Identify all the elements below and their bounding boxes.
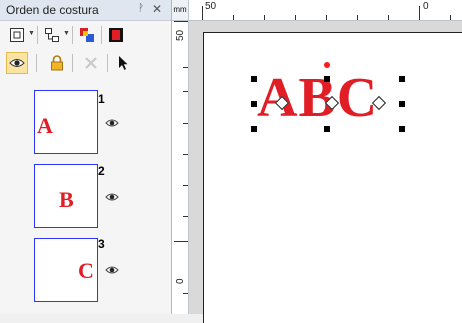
eye-icon[interactable]: [105, 265, 119, 275]
eye-icon[interactable]: [105, 118, 119, 128]
item-thumbnail[interactable]: C: [34, 238, 98, 302]
ruler-label: 50: [205, 1, 217, 12]
ruler-tick: [183, 123, 188, 124]
selection-handle[interactable]: [399, 126, 405, 132]
toolbar-divider: [107, 54, 108, 72]
ruler-label: 50: [175, 29, 186, 41]
ruler-tick: [419, 6, 420, 20]
ruler-tick: [326, 15, 327, 20]
sewing-order-panel: Orden de costura ᚹ ✕ ▼ ▼ A 1 B 2 C 3: [0, 0, 172, 314]
pin-icon[interactable]: ᚹ: [135, 3, 147, 15]
item-number: 1: [98, 92, 105, 106]
selection-handle[interactable]: [251, 101, 257, 107]
ruler-tick: [183, 154, 188, 155]
panel-title: Orden de costura: [6, 3, 99, 17]
ruler-tick: [183, 185, 188, 186]
eye-toggle-icon[interactable]: [6, 52, 28, 74]
rotation-handle[interactable]: [324, 62, 330, 68]
close-icon[interactable]: ✕: [151, 3, 163, 15]
embroidery-text-object[interactable]: ABC: [257, 70, 378, 126]
ruler-tick: [183, 293, 188, 294]
toolbar-divider: [36, 54, 37, 72]
ruler-tick: [233, 15, 234, 20]
item-thumbnail[interactable]: A: [34, 90, 98, 154]
ruler-tick: [295, 15, 296, 20]
ruler-unit: mm: [172, 0, 189, 21]
selection-handle[interactable]: [399, 76, 405, 82]
ruler-tick: [183, 67, 188, 68]
ruler-tick: [450, 15, 451, 20]
eye-icon[interactable]: [105, 192, 119, 202]
panel-toolbar-bottom: [0, 50, 171, 76]
vertical-ruler: 50 0: [172, 21, 189, 314]
ruler-label: 0: [423, 1, 429, 12]
ruler-tick: [357, 15, 358, 20]
item-number: 2: [98, 164, 105, 178]
selection-handle[interactable]: [399, 101, 405, 107]
horizontal-ruler: 50 0: [189, 0, 462, 21]
selection-handle[interactable]: [324, 76, 330, 82]
ruler-tick: [174, 21, 188, 22]
pointer-icon[interactable]: [112, 52, 134, 74]
ruler-tick: [183, 216, 188, 217]
view-icon[interactable]: [6, 24, 28, 46]
ruler-tick: [388, 15, 389, 20]
stop-color-icon[interactable]: [105, 24, 127, 46]
item-number: 3: [98, 237, 105, 251]
sort-icon[interactable]: [41, 24, 63, 46]
thumbnail-letter: B: [59, 187, 74, 212]
selection-handle[interactable]: [251, 76, 257, 82]
thumbnail-letter: A: [37, 113, 53, 138]
cancel-icon: [80, 52, 102, 74]
thumbnail-letter: C: [78, 258, 94, 283]
selection-handle[interactable]: [324, 126, 330, 132]
toolbar-divider: [37, 26, 38, 44]
ruler-label: 0: [175, 278, 186, 284]
ruler-tick: [264, 15, 265, 20]
toolbar-divider: [72, 26, 73, 44]
panel-header: Orden de costura ᚹ ✕: [0, 0, 171, 21]
color-order-icon[interactable]: [76, 24, 98, 46]
lock-icon[interactable]: [46, 52, 68, 74]
toolbar-divider: [101, 26, 102, 44]
panel-toolbar-top: ▼ ▼: [0, 22, 171, 48]
ruler-tick: [183, 91, 188, 92]
view-dropdown-arrow-icon[interactable]: ▼: [28, 30, 35, 37]
ruler-tick: [174, 241, 188, 242]
item-thumbnail[interactable]: B: [34, 164, 98, 228]
sort-dropdown-arrow-icon[interactable]: ▼: [63, 30, 70, 37]
selection-handle[interactable]: [251, 126, 257, 132]
toolbar-divider: [72, 54, 73, 72]
ruler-tick: [202, 6, 203, 20]
